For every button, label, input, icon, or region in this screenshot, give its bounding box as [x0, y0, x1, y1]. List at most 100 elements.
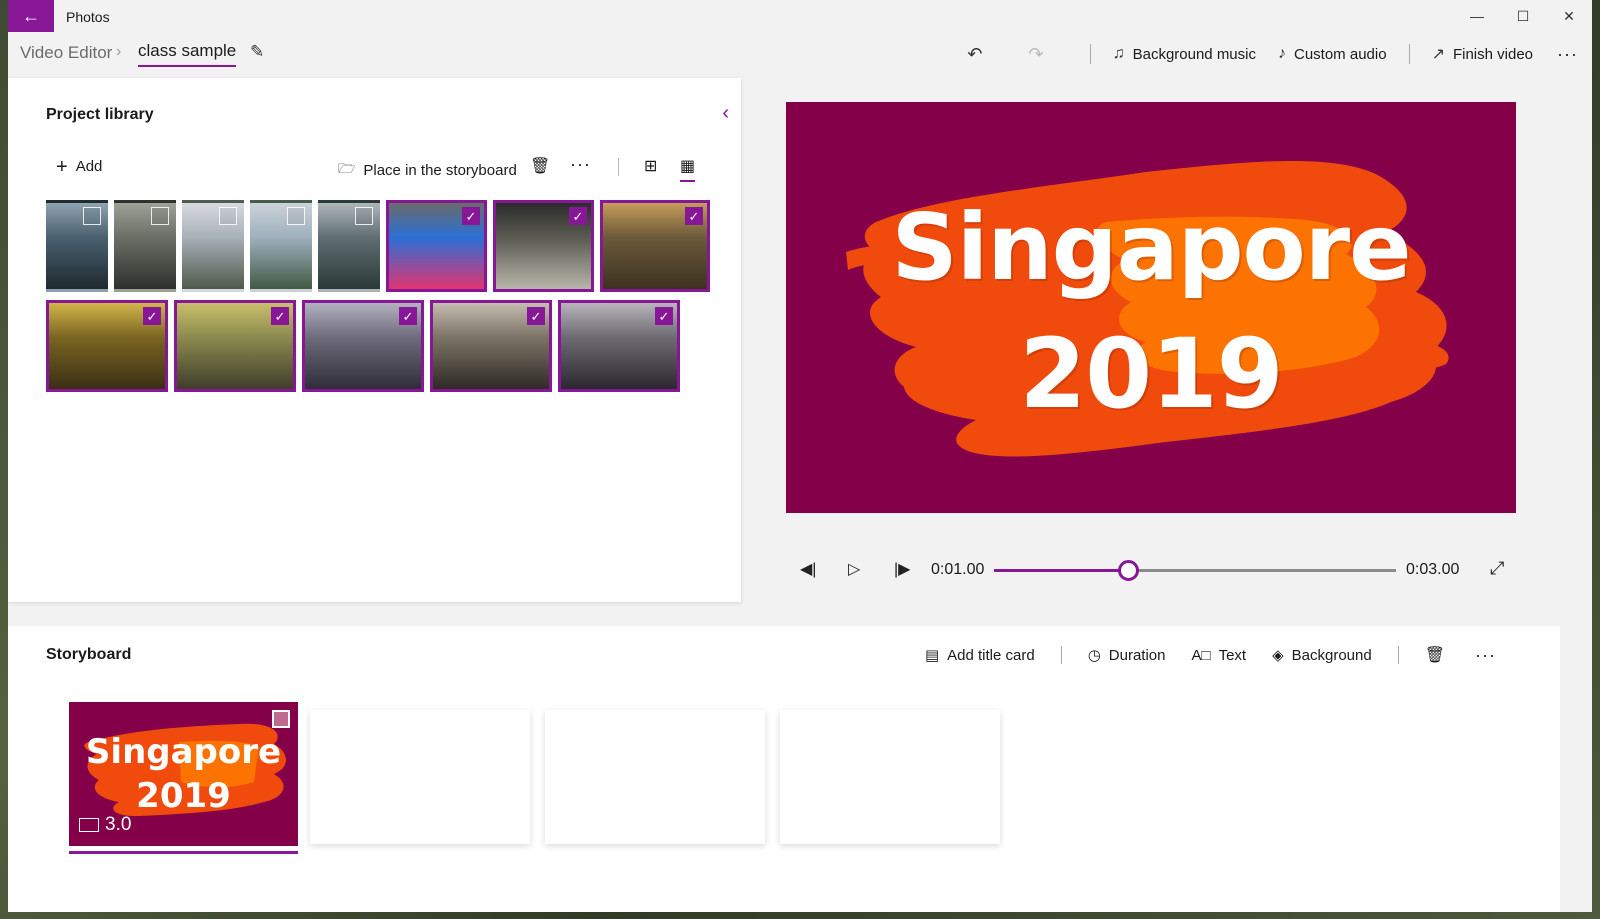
paint-bucket-icon: ◈: [1272, 647, 1284, 664]
trash-icon[interactable]: 🗑: [530, 156, 550, 176]
more-options-icon[interactable]: ···: [1557, 44, 1578, 65]
seek-slider[interactable]: [994, 560, 1396, 581]
redo-icon[interactable]: ↷: [1029, 44, 1044, 65]
clip-duration-value: 3.0: [105, 814, 132, 835]
video-preview[interactable]: Singapore 2019: [786, 102, 1516, 513]
next-frame-icon[interactable]: |▶: [894, 559, 910, 579]
library-thumbnail[interactable]: ✓: [430, 300, 552, 392]
small-grid-view-icon[interactable]: ▦: [680, 156, 696, 182]
preview-title-line2: 2019: [1019, 318, 1283, 430]
text-button[interactable]: A□ Text: [1192, 647, 1247, 664]
chevron-right-icon: ›: [116, 43, 122, 60]
share-icon: ↗: [1431, 46, 1445, 63]
checkbox[interactable]: [219, 207, 237, 225]
place-in-storyboard-button[interactable]: 🗁 Place in the storyboard: [338, 158, 517, 182]
text-label: Text: [1218, 646, 1247, 664]
library-thumbnail[interactable]: ✓: [46, 300, 168, 392]
place-label: Place in the storyboard: [363, 161, 517, 179]
more-options-icon[interactable]: ···: [570, 154, 591, 175]
library-toolbar: + Add 🗁 Place in the storyboard 🗑 ··· ⊞ …: [46, 154, 706, 182]
library-thumbnail[interactable]: ✓: [493, 200, 594, 292]
more-options-icon[interactable]: ···: [1475, 645, 1496, 666]
back-button[interactable]: ←: [8, 0, 54, 32]
play-icon[interactable]: ▷: [848, 559, 860, 579]
library-thumbnail[interactable]: ✓: [302, 300, 424, 392]
project-library-panel: Project library ‹ + Add 🗁 Place in the s…: [8, 78, 741, 602]
clock-icon: ◷: [1087, 647, 1101, 664]
checkbox[interactable]: [83, 207, 101, 225]
preview-title-line1: Singapore: [891, 194, 1411, 301]
command-actions: ↶ ↷ ♫ Background music ♪ Custom audio ↗ …: [967, 38, 1578, 70]
checkmark-icon[interactable]: ✓: [685, 207, 703, 225]
divider: [1089, 44, 1091, 64]
checkmark-icon[interactable]: ✓: [271, 307, 289, 325]
clip-checkbox[interactable]: [272, 710, 290, 728]
large-grid-view-icon[interactable]: ⊞: [644, 156, 657, 176]
storyboard-panel: Storyboard ▤ Add title card ◷ Duration A…: [8, 626, 1560, 912]
total-time: 0:03.00: [1406, 561, 1460, 578]
finish-video-label: Finish video: [1452, 45, 1534, 63]
checkbox[interactable]: [287, 207, 305, 225]
collapse-chevron-icon[interactable]: ‹: [722, 102, 729, 125]
checkmark-icon[interactable]: ✓: [527, 307, 545, 325]
title-bar: ← Photos — ☐ ✕: [8, 0, 1592, 32]
folder-place-icon: 🗁: [338, 160, 356, 176]
checkmark-icon[interactable]: ✓: [399, 307, 417, 325]
library-thumbnail[interactable]: [46, 200, 108, 292]
add-title-card-button[interactable]: ▤ Add title card: [925, 646, 1035, 665]
maximize-button[interactable]: ☐: [1500, 0, 1546, 32]
playback-controls: ◀| ▷ |▶ 0:01.00 0:03.00 ⤢: [786, 556, 1516, 586]
checkmark-icon[interactable]: ✓: [569, 207, 587, 225]
library-thumbnail[interactable]: [250, 200, 312, 292]
selected-clip-indicator: [69, 851, 298, 854]
project-name: class sample: [138, 41, 237, 67]
clip-duration: 3.0: [79, 814, 131, 836]
close-button[interactable]: ✕: [1546, 0, 1592, 32]
undo-icon[interactable]: ↶: [967, 44, 982, 65]
plus-icon: +: [56, 155, 68, 178]
checkbox[interactable]: [355, 207, 373, 225]
library-thumbnail[interactable]: ✓: [386, 200, 487, 292]
empty-storyboard-slot[interactable]: [545, 710, 765, 844]
checkmark-icon[interactable]: ✓: [655, 307, 673, 325]
duration-label: Duration: [1108, 646, 1166, 664]
storyboard-toolbar: ▤ Add title card ◷ Duration A□ Text ◈ Ba…: [899, 644, 1496, 666]
library-thumbnail[interactable]: ✓: [558, 300, 680, 392]
storyboard-title: Storyboard: [46, 646, 132, 663]
background-music-button[interactable]: ♫ Background music: [1113, 45, 1256, 63]
app-title: Photos: [66, 9, 110, 25]
minimize-button[interactable]: —: [1454, 0, 1500, 32]
library-thumbnail[interactable]: ✓: [600, 200, 710, 292]
pencil-icon[interactable]: ✎: [250, 42, 264, 62]
storyboard-clip[interactable]: Singapore 2019 3.0: [69, 702, 298, 846]
checkmark-icon[interactable]: ✓: [143, 307, 161, 325]
divider: [1397, 646, 1399, 664]
breadcrumb-video-editor[interactable]: Video Editor: [20, 43, 112, 63]
library-thumbnail[interactable]: [182, 200, 244, 292]
seek-thumb[interactable]: [1117, 560, 1139, 581]
expand-icon[interactable]: ⤢: [1490, 558, 1504, 579]
person-audio-icon: ♪: [1278, 45, 1286, 62]
previous-frame-icon[interactable]: ◀|: [800, 559, 816, 579]
empty-storyboard-slot[interactable]: [310, 710, 530, 844]
finish-video-button[interactable]: ↗ Finish video: [1432, 44, 1533, 64]
divider: [1408, 44, 1410, 64]
empty-storyboard-slot[interactable]: [780, 710, 1000, 844]
custom-audio-button[interactable]: ♪ Custom audio: [1278, 45, 1387, 63]
checkmark-icon[interactable]: ✓: [462, 207, 480, 225]
trash-icon[interactable]: 🗑: [1425, 645, 1445, 665]
current-time: 0:01.00: [931, 561, 985, 578]
background-button[interactable]: ◈ Background: [1272, 646, 1372, 665]
command-bar: Video Editor › class sample ✎ ↶ ↷ ♫ Back…: [8, 34, 1592, 74]
add-button[interactable]: + Add: [56, 155, 102, 178]
duration-button[interactable]: ◷ Duration: [1087, 646, 1166, 665]
window-controls: — ☐ ✕: [1454, 0, 1592, 32]
checkbox[interactable]: [151, 207, 169, 225]
library-thumbnail[interactable]: [318, 200, 380, 292]
custom-audio-label: Custom audio: [1294, 45, 1387, 63]
library-thumbnail[interactable]: [114, 200, 176, 292]
background-music-label: Background music: [1132, 45, 1256, 63]
photos-window: ← Photos — ☐ ✕ Video Editor › class samp…: [8, 0, 1592, 912]
title-card-icon: [79, 818, 99, 832]
library-thumbnail[interactable]: ✓: [174, 300, 296, 392]
